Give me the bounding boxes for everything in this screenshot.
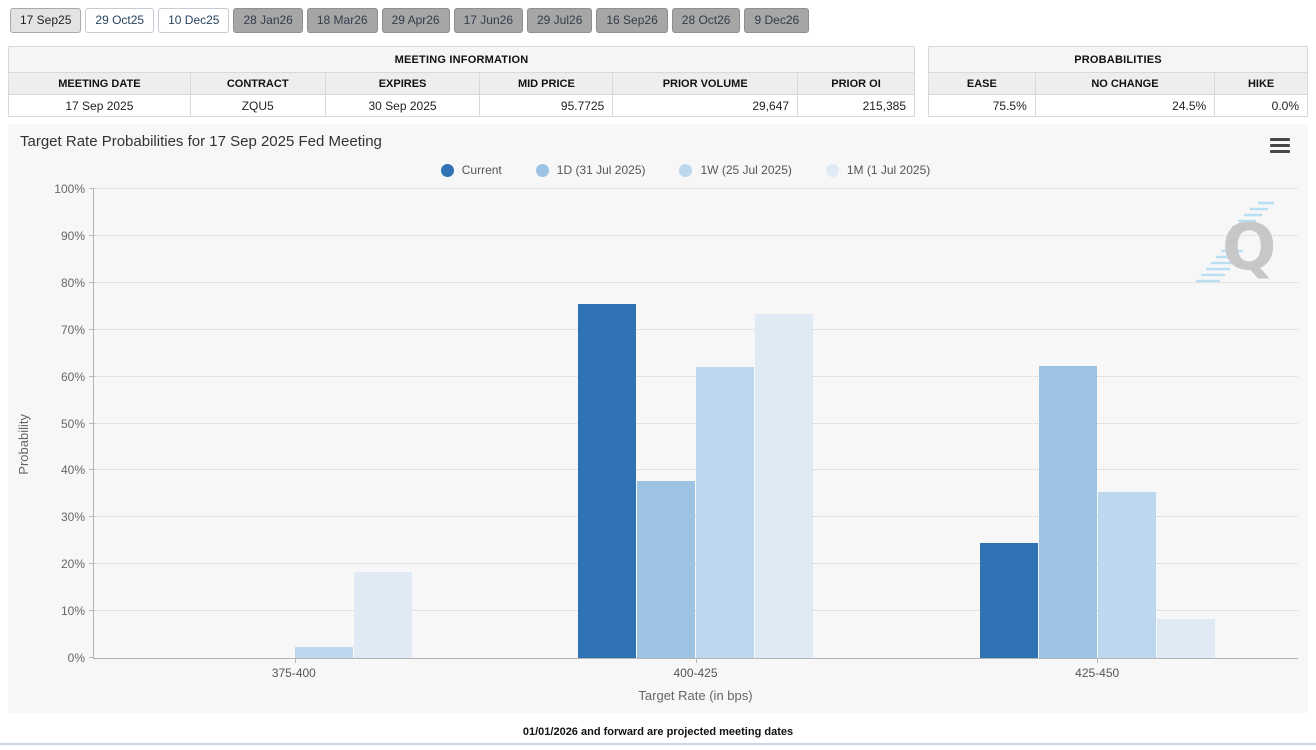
x-tick — [1097, 658, 1098, 663]
bar-1w-400-425 — [696, 367, 754, 658]
no-change-value: 24.5% — [1035, 95, 1214, 117]
meeting-info-title: MEETING INFORMATION — [9, 47, 915, 73]
prior-oi-value: 215,385 — [798, 95, 915, 117]
tab-29-oct25[interactable]: 29 Oct25 — [85, 8, 154, 33]
bottom-divider — [0, 743, 1316, 745]
legend-dot-icon — [826, 164, 839, 177]
legend-item-1m[interactable]: 1M (1 Jul 2025) — [826, 163, 930, 177]
projected-dates-footnote: 01/01/2026 and forward are projected mee… — [0, 726, 1316, 738]
bar-1m-375-400 — [354, 572, 412, 658]
y-tick-label: 80% — [61, 276, 85, 290]
bar-group-375-400 — [94, 189, 495, 658]
legend-label: 1W (25 Jul 2025) — [700, 163, 791, 177]
tab-29-jul26[interactable]: 29 Jul26 — [527, 8, 592, 33]
bar-current-400-425 — [578, 304, 636, 658]
chart-legend: Current 1D (31 Jul 2025) 1W (25 Jul 2025) 1… — [63, 163, 1308, 177]
legend-label: Current — [462, 163, 502, 177]
meeting-date-tabs: 17 Sep2529 Oct2510 Dec2528 Jan2618 Mar26… — [0, 0, 1316, 33]
legend-label: 1D (31 Jul 2025) — [557, 163, 646, 177]
col-prior-volume: PRIOR VOLUME — [613, 73, 798, 95]
legend-dot-icon — [536, 164, 549, 177]
meeting-info-row: 17 Sep 2025 ZQU5 30 Sep 2025 95.7725 29,… — [9, 95, 915, 117]
col-contract: CONTRACT — [190, 73, 325, 95]
tab-9-dec26[interactable]: 9 Dec26 — [744, 8, 809, 33]
y-tick-label: 40% — [61, 463, 85, 477]
legend-dot-icon — [441, 164, 454, 177]
chart-title: Target Rate Probabilities for 17 Sep 202… — [8, 124, 1308, 150]
y-tick-label: 70% — [61, 323, 85, 337]
fedwatch-chart-panel: Target Rate Probabilities for 17 Sep 202… — [8, 124, 1308, 713]
bar-current-425-450 — [980, 543, 1038, 658]
y-tick-label: 30% — [61, 510, 85, 524]
tab-17-sep25[interactable]: 17 Sep25 — [10, 8, 81, 33]
bar-1d-400-425 — [637, 481, 695, 658]
hamburger-menu-icon[interactable] — [1270, 135, 1290, 156]
expires-value: 30 Sep 2025 — [325, 95, 480, 117]
tab-28-oct26[interactable]: 28 Oct26 — [672, 8, 741, 33]
ease-value: 75.5% — [929, 95, 1036, 117]
col-expires: EXPIRES — [325, 73, 480, 95]
legend-label: 1M (1 Jul 2025) — [847, 163, 930, 177]
x-tick — [295, 658, 296, 663]
meeting-date-value: 17 Sep 2025 — [9, 95, 191, 117]
tab-18-mar26[interactable]: 18 Mar26 — [307, 8, 378, 33]
prior-volume-value: 29,647 — [613, 95, 798, 117]
y-tick-label: 50% — [61, 417, 85, 431]
bar-1m-425-450 — [1157, 619, 1215, 658]
y-tick-label: 10% — [61, 604, 85, 618]
bar-1m-400-425 — [755, 314, 813, 658]
bar-group-400-425 — [495, 189, 896, 658]
plot-wrap: Probability Q 0%10%20% — [8, 189, 1308, 713]
y-tick-label: 20% — [61, 557, 85, 571]
bar-chart-plot-area: Q 0%10%20%30%40%50%60%70%80%90%100% — [93, 189, 1298, 659]
x-tick — [696, 658, 697, 663]
mid-price-value: 95.7725 — [480, 95, 613, 117]
bar-group-425-450 — [897, 189, 1298, 658]
y-tick-label: 100% — [54, 182, 85, 196]
col-mid-price: MID PRICE — [480, 73, 613, 95]
col-meeting-date: MEETING DATE — [9, 73, 191, 95]
probabilities-row: 75.5% 24.5% 0.0% — [929, 95, 1308, 117]
legend-item-1w[interactable]: 1W (25 Jul 2025) — [679, 163, 791, 177]
tab-29-apr26[interactable]: 29 Apr26 — [382, 8, 450, 33]
col-hike: HIKE — [1215, 73, 1308, 95]
probabilities-table: PROBABILITIES EASE NO CHANGE HIKE 75.5% … — [928, 46, 1308, 117]
col-prior-oi: PRIOR OI — [798, 73, 915, 95]
legend-item-1d[interactable]: 1D (31 Jul 2025) — [536, 163, 646, 177]
summary-tables: MEETING INFORMATION MEETING DATE CONTRAC… — [0, 33, 1316, 117]
col-no-change: NO CHANGE — [1035, 73, 1214, 95]
bar-1d-425-450 — [1039, 366, 1097, 658]
bar-1w-375-400 — [295, 647, 353, 658]
legend-dot-icon — [679, 164, 692, 177]
y-tick-label: 0% — [68, 651, 85, 665]
contract-value: ZQU5 — [190, 95, 325, 117]
tab-16-sep26[interactable]: 16 Sep26 — [596, 8, 667, 33]
meeting-info-table: MEETING INFORMATION MEETING DATE CONTRAC… — [8, 46, 915, 117]
legend-item-current[interactable]: Current — [441, 163, 502, 177]
tab-10-dec25[interactable]: 10 Dec25 — [158, 8, 229, 33]
hike-value: 0.0% — [1215, 95, 1308, 117]
y-tick-label: 90% — [61, 229, 85, 243]
y-axis-label: Probability — [16, 414, 31, 475]
y-tick-label: 60% — [61, 370, 85, 384]
tab-28-jan26[interactable]: 28 Jan26 — [233, 8, 302, 33]
x-axis-label: Target Rate (in bps) — [93, 680, 1298, 713]
col-ease: EASE — [929, 73, 1036, 95]
bar-1w-425-450 — [1098, 492, 1156, 658]
tab-17-jun26[interactable]: 17 Jun26 — [454, 8, 523, 33]
probabilities-title: PROBABILITIES — [929, 47, 1308, 73]
